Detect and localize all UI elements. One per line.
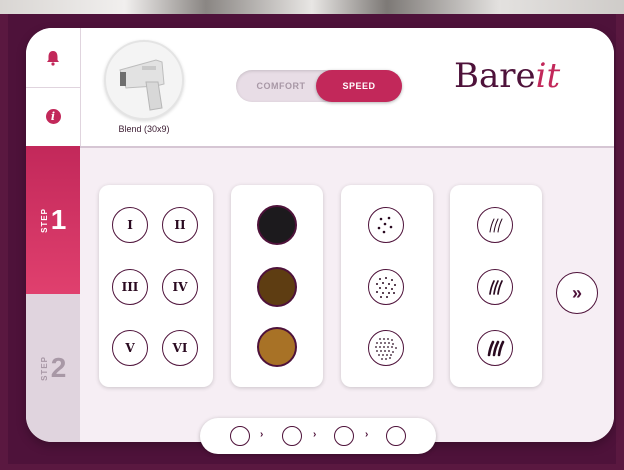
- skin-type-6-button[interactable]: VI: [162, 330, 198, 366]
- content-area: I II III IV V VI »: [80, 148, 614, 442]
- step-word: STEP: [39, 355, 49, 381]
- hair-color-brown-button[interactable]: [257, 267, 297, 307]
- thickness-medium-button[interactable]: [477, 269, 513, 305]
- skin-type-1-button[interactable]: I: [112, 207, 148, 243]
- skin-type-5-button[interactable]: V: [112, 330, 148, 366]
- handpiece-selector[interactable]: [104, 40, 184, 120]
- step-number: 1: [50, 204, 67, 235]
- fine-hair-icon: [489, 218, 503, 233]
- progress-arrow-1: ›: [260, 429, 264, 440]
- skin-type-3-button[interactable]: III: [112, 269, 148, 305]
- bell-icon: [47, 50, 59, 66]
- mode-speed-button[interactable]: SPEED: [316, 70, 402, 102]
- progress-dot-3: [334, 426, 354, 446]
- low-density-icon: [377, 216, 393, 234]
- next-button[interactable]: »: [556, 272, 598, 314]
- notifications-button[interactable]: [26, 28, 80, 88]
- progress-dot-2: [282, 426, 302, 446]
- progress-arrow-2: ›: [313, 429, 317, 440]
- density-low-button[interactable]: [368, 207, 404, 243]
- hair-color-black-button[interactable]: [257, 205, 297, 245]
- medium-density-icon: [376, 277, 396, 298]
- hair-thickness-panel: [450, 185, 542, 387]
- header-side-icons: i: [26, 28, 81, 146]
- thickness-thick-button[interactable]: [477, 330, 513, 366]
- step-word: STEP: [39, 207, 49, 233]
- step-1-tab[interactable]: STEP 1: [26, 146, 80, 294]
- medium-hair-icon: [489, 280, 503, 295]
- skin-type-4-button[interactable]: IV: [162, 269, 198, 305]
- progress-dot-1: [230, 426, 250, 446]
- step-number: 2: [50, 352, 67, 383]
- progress-dot-4: [386, 426, 406, 446]
- main-card: i Blend (30x9) COMFORT SPEED Bareit STEP…: [26, 28, 614, 442]
- header: i Blend (30x9) COMFORT SPEED Bareit: [26, 28, 614, 148]
- mode-comfort-button[interactable]: COMFORT: [238, 70, 324, 102]
- mode-toggle[interactable]: COMFORT SPEED: [236, 70, 402, 102]
- density-medium-button[interactable]: [368, 269, 404, 305]
- hair-color-light-brown-button[interactable]: [257, 327, 297, 367]
- background-photo-strip: [0, 0, 624, 14]
- step-nav: STEP 1 STEP 2: [26, 146, 80, 442]
- hair-density-panel: [341, 185, 433, 387]
- step-2-tab[interactable]: STEP 2: [26, 294, 80, 442]
- skin-type-panel: I II III IV V VI: [99, 185, 213, 387]
- hair-color-panel: [231, 185, 323, 387]
- thick-hair-icon: [487, 340, 505, 357]
- brand-logo: Bareit: [454, 56, 560, 96]
- handpiece-label: Blend (30x9): [118, 124, 170, 134]
- handpiece-image: [119, 59, 165, 111]
- thickness-fine-button[interactable]: [477, 207, 513, 243]
- info-icon: i: [45, 109, 61, 124]
- high-density-icon: [375, 338, 397, 360]
- skin-type-2-button[interactable]: II: [162, 207, 198, 243]
- progress-indicator: › › ›: [200, 418, 436, 454]
- brand-main: Bare: [454, 56, 536, 96]
- info-button[interactable]: i: [26, 87, 80, 146]
- progress-arrow-3: ›: [365, 429, 369, 440]
- brand-accent: it: [535, 56, 561, 96]
- density-high-button[interactable]: [368, 330, 404, 366]
